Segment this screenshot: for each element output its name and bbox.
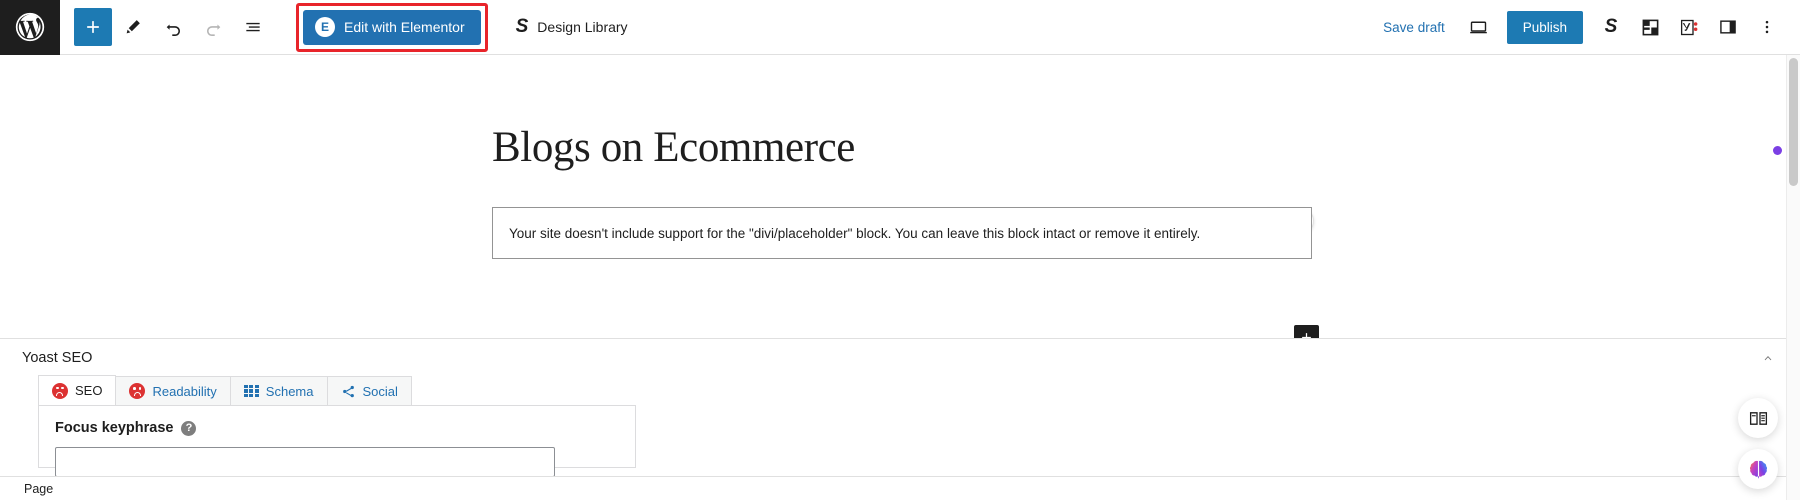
yoast-panel-title: Yoast SEO <box>22 350 93 366</box>
placeholder-block-message: Your site doesn't include support for th… <box>509 225 1201 241</box>
save-draft-button[interactable]: Save draft <box>1371 20 1457 35</box>
reader-book-button[interactable] <box>1738 398 1778 438</box>
stackable-s-icon: S <box>515 16 529 37</box>
edit-with-elementor-label: Edit with Elementor <box>344 19 465 35</box>
yoast-tab-list: SEO Readability Schema Social <box>38 375 636 406</box>
tab-readability-label: Readability <box>152 383 217 399</box>
options-menu-button[interactable] <box>1750 10 1784 44</box>
wordpress-logo[interactable] <box>0 0 60 55</box>
elementor-logo-icon: E <box>315 17 335 37</box>
yoast-panel-header[interactable]: Yoast SEO <box>0 339 1800 377</box>
schema-grid-icon <box>243 384 259 398</box>
elementor-highlight-box: E Edit with Elementor <box>296 2 488 52</box>
help-question-icon[interactable]: ? <box>181 420 197 436</box>
yoast-seo-button[interactable] <box>1672 10 1706 44</box>
seo-score-face-icon <box>52 382 68 399</box>
toolbar-right-tools: Save draft Publish S <box>1371 0 1800 55</box>
scroll-position-indicator <box>1773 146 1782 155</box>
blocks-button[interactable] <box>1633 10 1667 44</box>
tab-seo[interactable]: SEO <box>38 375 117 405</box>
page-scrollbar-thumb[interactable] <box>1789 58 1798 186</box>
chevron-up-icon <box>1764 356 1772 361</box>
tab-seo-label: SEO <box>75 383 103 398</box>
tab-schema-label: Schema <box>265 383 314 399</box>
wordpress-logo-icon <box>15 12 45 42</box>
ai-assistant-button[interactable] <box>1738 449 1778 489</box>
open-book-icon <box>1749 411 1767 425</box>
tab-schema[interactable]: Schema <box>229 376 328 405</box>
preview-laptop-icon <box>1470 21 1488 33</box>
toolbar-left-tools: E Edit with Elementor S Design Library <box>60 0 628 55</box>
focus-keyphrase-label: Focus keyphrase <box>55 420 174 436</box>
list-view-icon <box>246 22 260 32</box>
edit-with-elementor-button[interactable]: E Edit with Elementor <box>303 9 481 45</box>
status-bar: Page <box>0 476 1800 500</box>
design-library-label: Design Library <box>537 19 628 35</box>
brain-icon <box>1749 460 1767 478</box>
undo-button[interactable] <box>154 8 192 46</box>
tab-social[interactable]: Social <box>326 376 412 405</box>
plus-icon <box>87 21 99 33</box>
document-overview-button[interactable] <box>234 8 272 46</box>
block-inserter-button[interactable] <box>74 8 112 46</box>
publish-button[interactable]: Publish <box>1506 10 1583 44</box>
status-bar-label: Page <box>24 481 54 496</box>
yoast-seo-icon <box>1680 19 1697 35</box>
tab-readability[interactable]: Readability <box>115 376 231 405</box>
focus-keyphrase-input[interactable] <box>55 447 555 477</box>
stackable-button[interactable]: S <box>1594 10 1628 44</box>
focus-keyphrase-label-row: Focus keyphrase ? <box>55 420 619 436</box>
grid-blocks-icon <box>1642 19 1658 35</box>
preview-button[interactable] <box>1462 10 1496 44</box>
focus-keyphrase-section: Focus keyphrase ? <box>38 406 636 477</box>
undo-arrow-icon <box>166 23 180 36</box>
editor-toolbar: E Edit with Elementor S Design Library S… <box>0 0 1800 55</box>
options-kebab-icon <box>1765 20 1769 34</box>
settings-sidebar-icon <box>1720 20 1736 34</box>
redo-arrow-icon <box>206 23 220 36</box>
yoast-seo-panel: Yoast SEO SEO Readability Schema Social … <box>0 338 1800 478</box>
stackable-icon: S <box>1604 16 1618 37</box>
social-share-icon <box>342 385 354 397</box>
wordpress-block-editor: E Edit with Elementor S Design Library S… <box>0 0 1800 500</box>
pencil-icon <box>126 20 140 34</box>
readability-score-face-icon <box>129 383 146 399</box>
tab-social-label: Social <box>362 383 398 399</box>
settings-sidebar-button[interactable] <box>1711 10 1745 44</box>
editor-canvas: Blogs on Ecommerce Your site doesn't inc… <box>0 55 1800 350</box>
edit-tool-button[interactable] <box>114 8 152 46</box>
redo-button[interactable] <box>194 8 232 46</box>
post-title[interactable]: Blogs on Ecommerce <box>492 123 855 172</box>
placeholder-block[interactable]: Your site doesn't include support for th… <box>492 207 1312 259</box>
design-library-button[interactable]: S Design Library <box>516 16 628 38</box>
collapse-panel-button[interactable] <box>1760 350 1776 366</box>
